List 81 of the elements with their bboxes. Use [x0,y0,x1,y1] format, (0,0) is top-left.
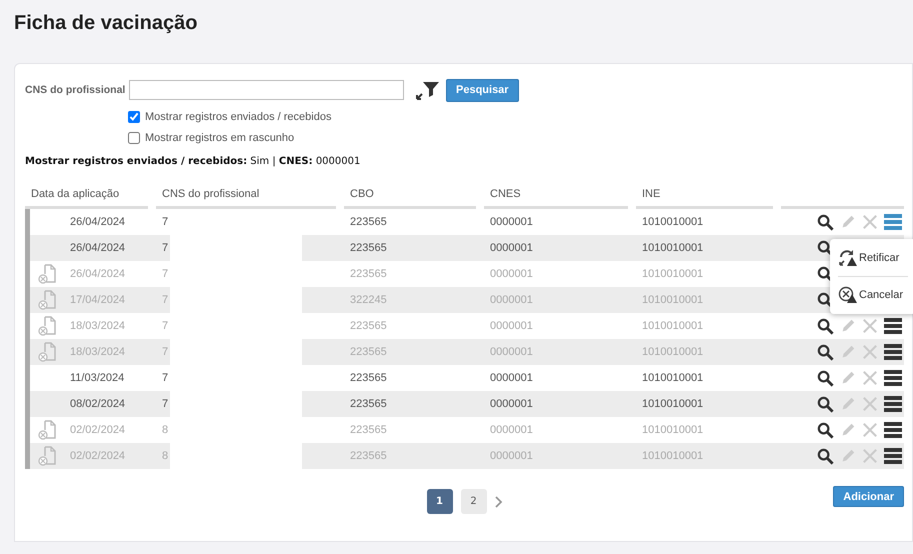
table-cell: 223565 [350,424,387,436]
menu-icon[interactable] [884,395,902,413]
table-cell: 0000001 [490,216,533,228]
column-header[interactable]: CBO [344,182,476,209]
table-cell: 223565 [350,450,387,462]
table-cell: 18/03/2024 [70,346,126,358]
column-header[interactable]: INE [636,182,773,209]
table-cell: 223565 [350,242,387,254]
search-icon[interactable] [817,396,834,412]
table-cell: 0000001 [490,242,533,254]
table-cell: 0000001 [490,346,533,358]
chevron-right-icon[interactable] [494,496,502,508]
table-cell: 7 [162,398,168,410]
document-x-icon [36,341,58,363]
page-button[interactable]: 1 [426,489,452,514]
table-cell: 1010010001 [642,346,704,358]
table-cell: 8 [162,424,168,436]
table-cell: 223565 [350,346,387,358]
table-cell: 8 [162,450,168,462]
column-header[interactable]: CNES [484,182,628,209]
table-cell: 7 [162,294,168,306]
document-x-icon [36,315,58,337]
document-x-icon [36,419,58,441]
table-cell: 223565 [350,372,387,384]
menu-item[interactable]: Cancelar [838,282,908,308]
table-cell: 02/02/2024 [70,424,126,436]
refresh-warning-icon [838,249,858,267]
document-x-icon [36,263,58,285]
table-cell: 02/02/2024 [70,450,126,462]
menu-icon[interactable] [884,369,902,387]
table-cell: 7 [162,372,168,384]
input-field[interactable] [129,80,404,100]
table-cell: 08/02/2024 [70,398,126,410]
table-cell: 322245 [350,294,387,306]
table-cell: 223565 [350,216,387,228]
checkbox-label[interactable]: Mostrar registros em rascunho [145,132,294,144]
checkbox[interactable] [128,110,140,122]
table-cell: 7 [162,320,168,332]
document-x-icon [36,289,58,311]
cancel-warning-icon [838,286,858,304]
table-cell: 7 [162,268,168,280]
table-cell: 223565 [350,398,387,410]
table-cell: 1010010001 [642,268,704,280]
table-cell: 26/04/2024 [70,268,126,280]
table-cell: 7 [162,242,168,254]
document-x-icon [36,445,58,467]
filter-summary: Mostrar registros enviados / recebidos: Sim | CNES: 0000001 [25,156,362,169]
checkbox-label[interactable]: Mostrar registros enviados / recebidos [145,110,332,122]
table-cell: 1010010001 [642,216,704,228]
table-cell: 0000001 [490,268,533,280]
table-cell: 0000001 [490,424,533,436]
table-cell: 223565 [350,320,387,332]
table-cell: 7 [162,216,168,228]
table-cell: 0000001 [490,294,533,306]
table-cell: 1010010001 [642,450,704,462]
table-cell: 17/04/2024 [70,294,126,306]
table-cell: 223565 [350,268,387,280]
table-cell: 0000001 [490,398,533,410]
page-button[interactable]: 2 [460,489,486,514]
table-cell: 0000001 [490,372,533,384]
table-cell: 11/03/2024 [70,372,124,384]
column-header[interactable]: Data da aplicação [25,182,148,209]
table-cell: 0000001 [490,320,533,332]
table-cell: 0000001 [490,450,533,462]
checkbox[interactable] [128,132,140,144]
table-cell: 26/04/2024 [70,242,126,254]
table-cell: 1010010001 [642,242,704,254]
table-cell: 1010010001 [642,372,704,384]
menu-item[interactable]: Retificar [838,245,908,271]
table-cell: 26/04/2024 [70,216,126,228]
table-cell: 1010010001 [642,398,704,410]
filter-icon[interactable] [416,80,440,100]
table-cell: 1010010001 [642,320,704,332]
page-title: Ficha de vacinação [13,11,198,36]
table-cell: 7 [162,346,168,358]
table-cell: 1010010001 [642,424,704,436]
table-cell: 18/03/2024 [70,320,126,332]
search-icon[interactable] [817,214,834,230]
field-label: CNS do profissional [25,84,126,96]
search-icon[interactable] [817,370,834,386]
table-cell: 1010010001 [642,294,704,306]
